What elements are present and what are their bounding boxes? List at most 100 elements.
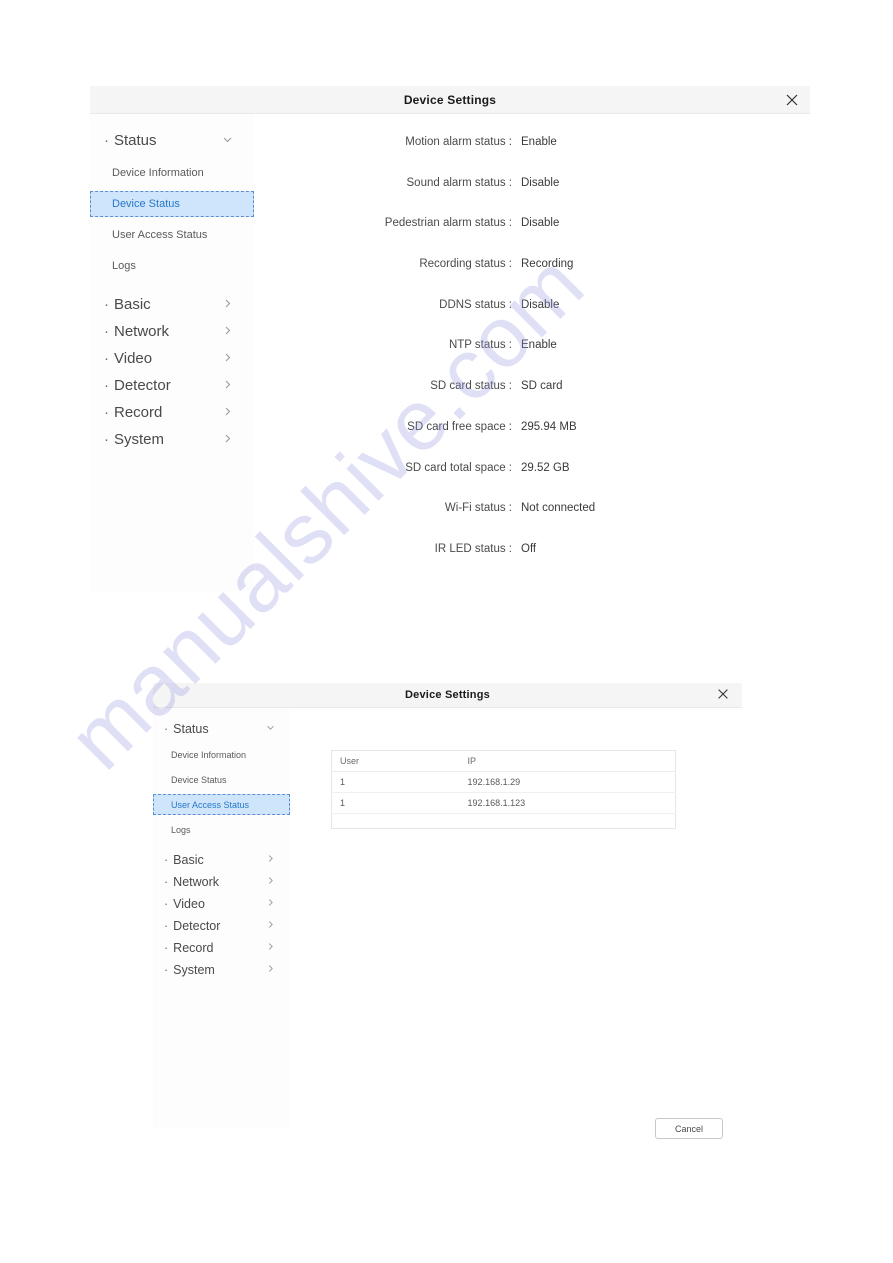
status-row-ddns: DDNS status : Disable — [254, 299, 810, 340]
status-label: SD card total space : — [405, 461, 512, 474]
bullet-icon: · — [164, 875, 169, 889]
sidebar-item-logs[interactable]: Logs — [90, 253, 254, 279]
status-value: Disable — [521, 176, 560, 189]
sidebar-item-device-status[interactable]: Device Status — [153, 769, 290, 790]
chevron-right-icon[interactable] — [221, 324, 234, 340]
status-row-pedestrian-alarm: Pedestrian alarm status : Disable — [254, 217, 810, 258]
column-header-user: User — [331, 750, 460, 772]
sidebar-group-label: Record — [114, 404, 163, 421]
sidebar-item-device-status[interactable]: Device Status — [90, 191, 254, 217]
status-label: Sound alarm status : — [406, 176, 512, 189]
cancel-button[interactable]: Cancel — [655, 1118, 723, 1139]
sidebar-item-label: User Access Status — [112, 229, 208, 241]
sidebar-group-label: Network — [114, 323, 170, 340]
sidebar-group-status[interactable]: · Status — [153, 718, 290, 740]
chevron-down-icon[interactable] — [265, 722, 276, 736]
sidebar-group-video[interactable]: · Video — [90, 345, 254, 372]
status-label: NTP status : — [448, 339, 512, 352]
chevron-right-icon[interactable] — [265, 963, 276, 977]
status-label: Recording status : — [419, 258, 512, 271]
table-header-row: User IP — [331, 750, 676, 772]
sidebar-group-label: Basic — [173, 853, 204, 867]
status-row-motion-alarm: Motion alarm status : Enable — [254, 136, 810, 177]
sidebar-group-label: Video — [114, 350, 153, 367]
status-value: Enable — [521, 136, 557, 148]
cell-empty — [460, 814, 676, 829]
status-label: DDNS status : — [439, 298, 512, 311]
status-value: Not connected — [521, 502, 596, 515]
sidebar-navigation: · Status Device Information Device Statu… — [90, 114, 254, 591]
sidebar-item-label: Logs — [171, 824, 191, 835]
cell-user: 1 — [331, 792, 460, 814]
chevron-right-icon[interactable] — [221, 405, 234, 421]
sidebar-group-label: Basic — [114, 296, 151, 313]
sidebar-group-record-label-wrap: · Record — [104, 404, 162, 421]
close-icon[interactable] — [716, 687, 732, 703]
sidebar-item-device-information[interactable]: Device Information — [153, 744, 290, 765]
bullet-icon: · — [104, 323, 109, 340]
chevron-right-icon[interactable] — [265, 941, 276, 955]
table-empty-row — [332, 814, 676, 829]
sidebar-item-label: Device Status — [112, 198, 180, 210]
status-label: Wi-Fi status : — [444, 502, 512, 515]
sidebar-group-record[interactable]: · Record — [153, 937, 290, 959]
sidebar-item-logs[interactable]: Logs — [153, 819, 290, 840]
sidebar-group-basic-label-wrap: · Basic — [164, 853, 204, 867]
bullet-icon: · — [104, 404, 109, 421]
sidebar-group-video[interactable]: · Video — [153, 893, 290, 915]
dialog-title: Device Settings — [405, 689, 490, 701]
status-label: SD card status : — [430, 380, 512, 393]
chevron-right-icon[interactable] — [265, 919, 276, 933]
chevron-right-icon[interactable] — [221, 378, 234, 394]
chevron-right-icon[interactable] — [265, 875, 276, 889]
status-label: Pedestrian alarm status : — [384, 217, 512, 230]
sidebar-group-system[interactable]: · System — [90, 426, 254, 453]
chevron-right-icon[interactable] — [265, 897, 276, 911]
chevron-right-icon[interactable] — [221, 297, 234, 313]
status-value: Off — [521, 542, 537, 555]
sidebar-group-label: Record — [173, 941, 214, 955]
chevron-right-icon[interactable] — [221, 351, 234, 367]
sidebar-group-basic[interactable]: · Basic — [90, 291, 254, 318]
sidebar-item-user-access-status[interactable]: User Access Status — [153, 794, 290, 815]
bullet-icon: · — [164, 941, 169, 955]
sidebar-group-basic-label-wrap: · Basic — [104, 296, 151, 313]
status-value: Enable — [521, 339, 557, 352]
chevron-right-icon[interactable] — [221, 432, 234, 448]
bullet-icon: · — [104, 377, 109, 394]
sidebar-group-system-label-wrap: · System — [164, 963, 215, 977]
cell-ip: 192.168.1.123 — [459, 792, 676, 814]
sidebar-group-status[interactable]: · Status — [90, 127, 254, 154]
dialog-title: Device Settings — [403, 92, 497, 107]
sidebar-item-user-access-status[interactable]: User Access Status — [90, 222, 254, 248]
sidebar-item-label: Device Status — [171, 774, 227, 785]
sidebar-group-network[interactable]: · Network — [153, 871, 290, 893]
sidebar-group-detector[interactable]: · Detector — [90, 372, 254, 399]
sidebar-group-network-label-wrap: · Network — [164, 875, 219, 889]
bullet-icon: · — [164, 897, 169, 911]
status-value: SD card — [521, 380, 563, 393]
table-head: User IP — [331, 750, 676, 772]
sidebar-group-basic[interactable]: · Basic — [153, 849, 290, 871]
sidebar-group-video-label-wrap: · Video — [104, 350, 152, 367]
close-icon[interactable] — [784, 92, 800, 108]
dialog-body: · Status Device Information Device Statu… — [153, 708, 742, 1139]
table-row[interactable]: 1 192.168.1.29 — [331, 771, 676, 793]
cell-user: 1 — [331, 771, 460, 793]
status-row-sd-card: SD card status : SD card — [254, 380, 810, 421]
sidebar-group-system[interactable]: · System — [153, 959, 290, 981]
sidebar-group-network-label-wrap: · Network — [104, 323, 169, 340]
sidebar-item-device-information[interactable]: Device Information — [90, 160, 254, 186]
sidebar-group-label: Detector — [114, 377, 171, 394]
chevron-down-icon[interactable] — [221, 133, 234, 149]
table-body: 1 192.168.1.29 1 192.168.1.123 — [331, 771, 676, 829]
sidebar-group-detector[interactable]: · Detector — [153, 915, 290, 937]
sidebar-group-network[interactable]: · Network — [90, 318, 254, 345]
chevron-right-icon[interactable] — [265, 853, 276, 867]
sidebar-group-record[interactable]: · Record — [90, 399, 254, 426]
status-value: Recording — [521, 258, 574, 271]
cell-ip: 192.168.1.29 — [459, 771, 676, 793]
user-access-content: User IP 1 192.168.1.29 1 192.168.1.123 — [290, 708, 742, 1129]
table-row[interactable]: 1 192.168.1.123 — [331, 792, 676, 814]
sidebar-group-label: Network — [173, 875, 220, 889]
